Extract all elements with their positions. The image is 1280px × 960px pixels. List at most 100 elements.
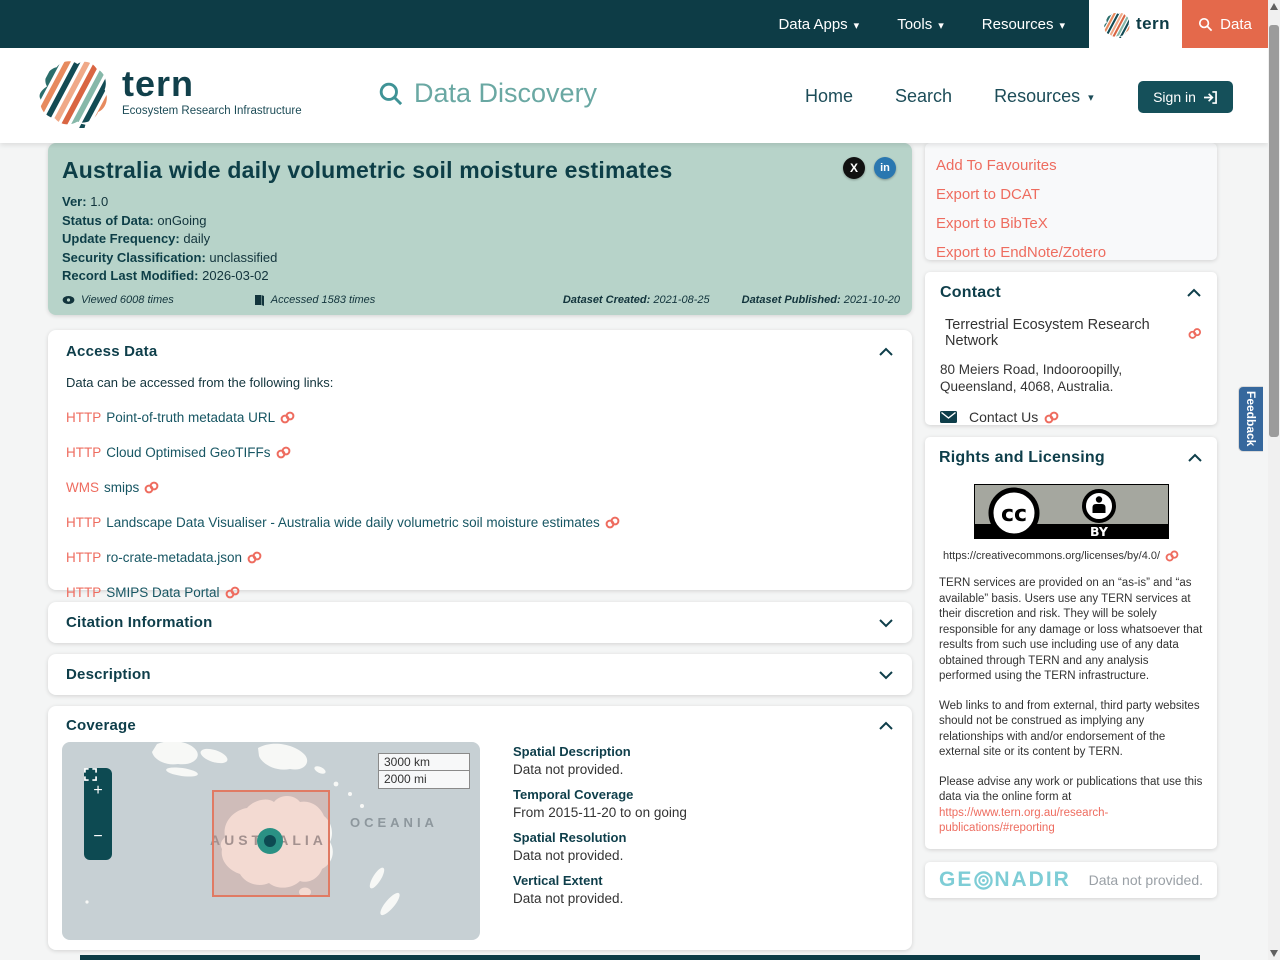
map-marker[interactable] xyxy=(257,828,283,854)
description-section[interactable]: Description xyxy=(48,654,912,695)
caret-down-icon: ▾ xyxy=(1088,92,1094,104)
scrollbar[interactable] xyxy=(1268,0,1280,960)
feedback-tab[interactable]: Feedback xyxy=(1238,386,1263,452)
envelope-icon xyxy=(940,411,957,423)
export-dcat-link[interactable]: Export to DCAT xyxy=(925,180,1217,209)
tern-logo[interactable]: tern Ecosystem Research Infrastructure xyxy=(30,56,302,128)
zoom-out-button[interactable]: − xyxy=(93,829,102,845)
dataset-published: Dataset Published: 2021-10-20 xyxy=(741,294,900,306)
rights-section: Rights and Licensing cc BY https://creat… xyxy=(925,437,1217,849)
contact-address: 80 Meiers Road, Indooroopilly, Queenslan… xyxy=(940,362,1123,394)
link-icon xyxy=(280,411,295,424)
chevron-up-icon[interactable] xyxy=(878,721,894,731)
caret-down-icon: ▾ xyxy=(1059,19,1065,32)
sign-in-button[interactable]: Sign in xyxy=(1138,81,1233,113)
temporal-coverage-label: Temporal Coverage xyxy=(513,787,634,802)
scrollbar-up-arrow[interactable] xyxy=(1270,3,1278,10)
export-endnote-link[interactable]: Export to EndNote/Zotero xyxy=(925,238,1217,267)
map-label-oceania: OCEANIA xyxy=(350,815,438,830)
topnav-item-data-apps[interactable]: Data Apps ▾ xyxy=(778,16,859,33)
chevron-up-icon[interactable] xyxy=(878,347,894,357)
topnav-item-tools[interactable]: Tools ▾ xyxy=(897,16,944,33)
fullscreen-icon[interactable] xyxy=(84,768,97,781)
contact-section: Contact Terrestrial Ecosystem Research N… xyxy=(925,272,1217,425)
scrollbar-down-arrow[interactable] xyxy=(1270,950,1278,957)
link-icon xyxy=(1165,550,1179,562)
access-link-wms-smips[interactable]: WMS smips xyxy=(66,480,894,495)
scrollbar-thumb[interactable] xyxy=(1269,25,1279,437)
coverage-section: Coverage AUSTRALIA OCEANIA + xyxy=(48,706,912,950)
access-data-section: Access Data Data can be accessed from th… xyxy=(48,330,912,600)
access-link-geotiffs[interactable]: HTTP Cloud Optimised GeoTIFFs xyxy=(66,445,894,460)
chevron-up-icon[interactable] xyxy=(1186,288,1202,298)
contact-org-link[interactable]: Terrestrial Ecosystem Research Network xyxy=(945,317,1202,349)
export-bibtex-link[interactable]: Export to BibTeX xyxy=(925,209,1217,238)
coverage-fields: Spatial Description Data not provided. T… xyxy=(513,744,883,906)
access-link-landscape-visualiser[interactable]: HTTP Landscape Data Visualiser - Austral… xyxy=(66,515,894,530)
book-icon xyxy=(254,295,264,306)
temporal-coverage-value: From 2015-11-20 to on going xyxy=(513,805,687,820)
topnav-tern-home-tab[interactable]: tern xyxy=(1089,0,1182,48)
spatial-description-label: Spatial Description xyxy=(513,744,631,759)
access-link-ro-crate[interactable]: HTTP ro-crate-metadata.json xyxy=(66,550,894,565)
link-icon xyxy=(247,551,262,564)
citation-section[interactable]: Citation Information xyxy=(48,602,912,643)
meta-security: Security Classification: unclassified xyxy=(62,249,278,265)
access-link-smips-portal[interactable]: HTTP SMIPS Data Portal xyxy=(66,585,894,600)
caret-down-icon: ▾ xyxy=(853,19,860,32)
spatial-resolution-label: Spatial Resolution xyxy=(513,830,627,845)
top-navbar: Data Apps ▾ Tools ▾ Resources ▾ tern Data xyxy=(0,0,1268,48)
contact-title: Contact xyxy=(940,284,1001,301)
data-discovery-title: Data Discovery xyxy=(378,78,597,109)
sign-in-icon xyxy=(1203,90,1217,104)
topnav-links: Data Apps ▾ Tools ▾ Resources ▾ xyxy=(778,0,1065,48)
share-x-button[interactable]: X xyxy=(843,157,865,179)
link-icon xyxy=(1044,411,1059,423)
site-header: tern Ecosystem Research Infrastructure D… xyxy=(0,48,1268,143)
accessed-count: Accessed 1583 times xyxy=(254,294,375,306)
search-icon xyxy=(1199,17,1213,31)
access-intro: Data can be accessed from the following … xyxy=(66,375,334,390)
citation-title: Citation Information xyxy=(66,614,213,631)
nav-resources[interactable]: Resources ▾ xyxy=(994,86,1094,107)
coverage-map[interactable]: AUSTRALIA OCEANIA + − 3000 km 2000 mi xyxy=(62,742,480,940)
footer-strip xyxy=(80,955,1200,960)
chevron-down-icon[interactable] xyxy=(878,670,894,680)
dataset-created: Dataset Created: 2021-08-25 xyxy=(562,294,710,306)
coverage-title: Coverage xyxy=(66,717,136,734)
caret-down-icon: ▾ xyxy=(938,19,944,32)
meta-update-frequency: Update Frequency: daily xyxy=(62,231,211,246)
license-url-link[interactable]: https://creativecommons.org/licenses/by/… xyxy=(939,550,1203,562)
nav-home[interactable]: Home xyxy=(805,86,853,107)
dataset-title: Australia wide daily volumetric soil moi… xyxy=(62,157,673,183)
access-link-pot-metadata[interactable]: HTTP Point-of-truth metadata URL xyxy=(66,410,894,425)
reporting-form-link[interactable]: https://www.tern.org.au/research-publica… xyxy=(939,807,1108,835)
eye-icon xyxy=(62,296,75,304)
vertical-extent-label: Vertical Extent xyxy=(513,873,603,888)
export-menu: Add To Favourites Export to DCAT Export … xyxy=(925,143,1217,261)
chevron-down-icon[interactable] xyxy=(878,618,894,628)
rights-title: Rights and Licensing xyxy=(939,449,1105,466)
access-data-title: Access Data xyxy=(66,343,158,360)
meta-version: Ver: 1.0 xyxy=(62,194,109,209)
topnav-data-button[interactable]: Data xyxy=(1182,0,1268,48)
dataset-dates: Dataset Created: 2021-08-25 Dataset Publ… xyxy=(563,294,900,306)
scale-mi: 2000 mi xyxy=(378,771,470,789)
geonadir-logo: GE NADIR xyxy=(939,868,1071,891)
vertical-extent-value: Data not provided. xyxy=(513,891,624,906)
cc-by-license-badge[interactable]: cc BY xyxy=(973,484,1169,539)
tern-logo-icon xyxy=(1104,12,1130,38)
scale-km: 3000 km xyxy=(378,753,470,771)
share-linkedin-button[interactable]: in xyxy=(874,157,896,179)
topnav-item-resources[interactable]: Resources ▾ xyxy=(982,16,1065,33)
chevron-up-icon[interactable] xyxy=(1187,453,1203,463)
rights-disclaimer-3: Please advise any work or publications t… xyxy=(939,775,1203,835)
zoom-in-button[interactable]: + xyxy=(93,783,102,799)
header-nav: Home Search Resources ▾ xyxy=(805,86,1094,107)
link-icon xyxy=(225,586,239,599)
nav-search[interactable]: Search xyxy=(895,86,952,107)
contact-us-link[interactable]: Contact Us xyxy=(940,409,1202,425)
add-to-favourites-link[interactable]: Add To Favourites xyxy=(925,151,1217,180)
meta-status: Status of Data: onGoing xyxy=(62,212,207,228)
viewed-count: Viewed 6008 times xyxy=(62,294,174,306)
